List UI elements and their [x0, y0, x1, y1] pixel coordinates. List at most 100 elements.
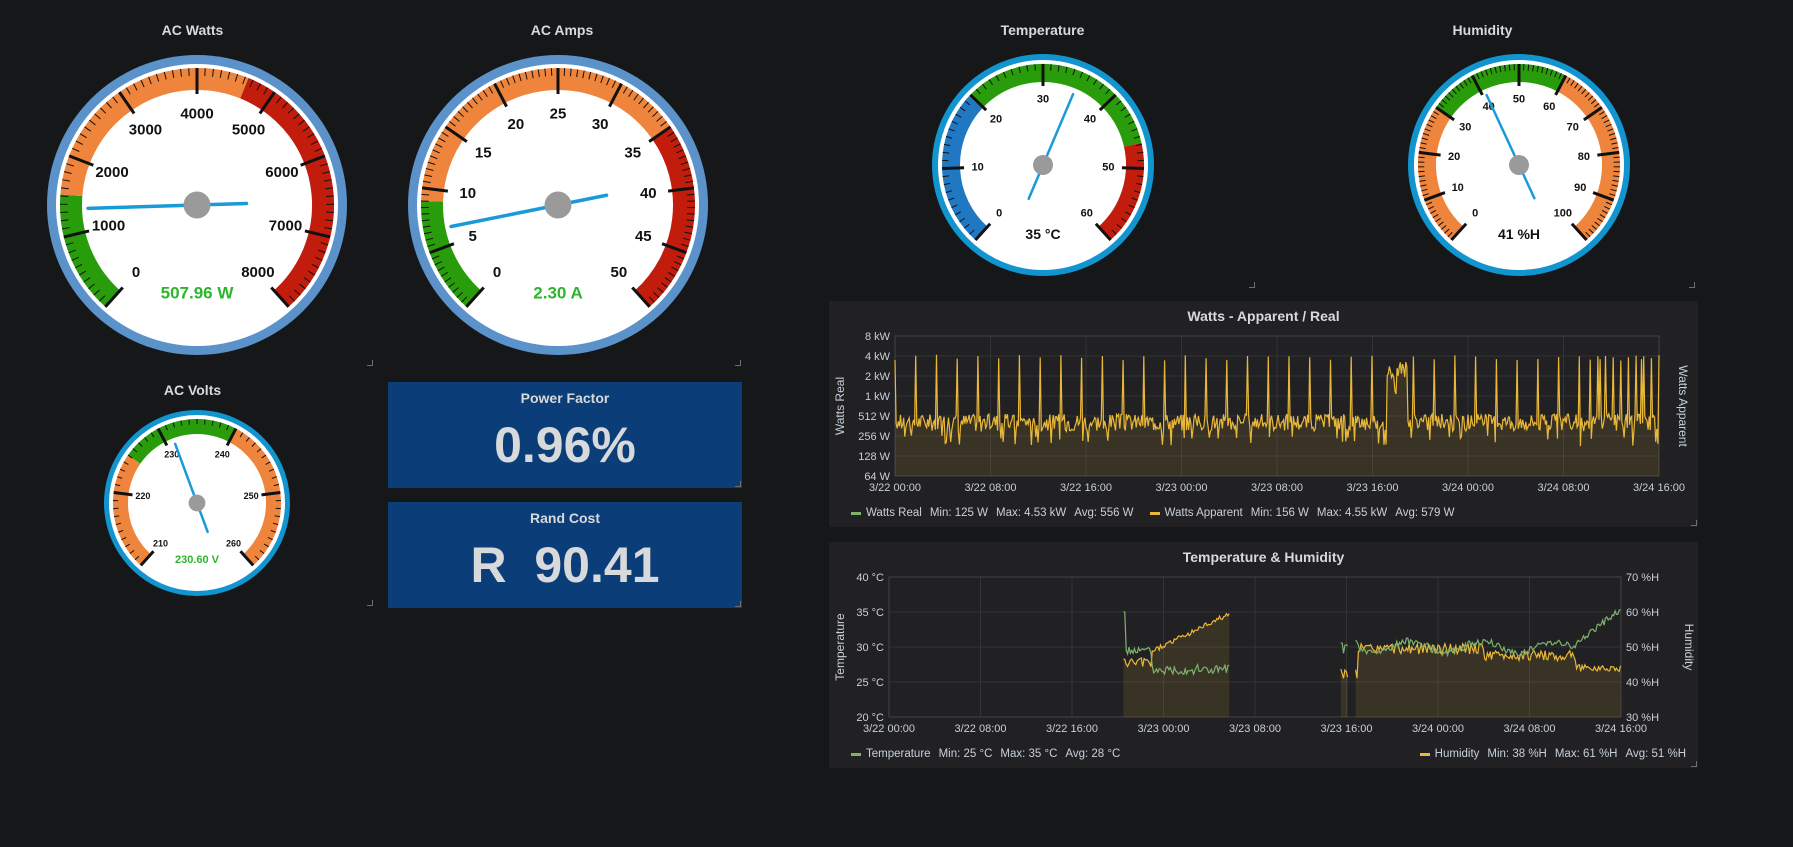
gauge-value: 507.96 W — [161, 284, 235, 303]
y2-axis-title: Humidity — [1682, 624, 1696, 671]
y-tick-label: 512 W — [858, 411, 890, 423]
gauge-minor-tick — [421, 193, 430, 196]
gauge-hub — [188, 494, 206, 512]
legend-avg: Avg: 579 W — [1395, 507, 1455, 519]
gauge-panel-ac-watts[interactable]: AC Watts 0 1000 2000 3000 4000 5000 6000 7000 80… — [10, 22, 375, 367]
gauge-panel-ac-volts[interactable]: AC Volts 210 220 230 240 250 260 230.60 V — [10, 382, 375, 607]
gauge-tick-label: 60 — [1543, 101, 1555, 113]
gauge-hub — [544, 191, 572, 219]
gauge-minor-tick — [325, 195, 334, 198]
gauge-tick-label: 0 — [493, 264, 501, 281]
stat-value: R 90.41 — [470, 537, 660, 593]
gauge-tick-label: 50 — [611, 264, 628, 281]
resize-handle[interactable] — [735, 481, 741, 487]
gauge-panel-temperature[interactable]: Temperature 0 10 20 30 40 50 60 35 °C — [830, 22, 1255, 290]
graph-panel-watts[interactable]: Watts - Apparent / Real 8 kW 4 kW 2 kW 1 kW… — [829, 301, 1698, 527]
legend-max: Max: 35 °C — [1000, 748, 1058, 760]
legend-label-temperature[interactable]: Temperature — [866, 748, 931, 760]
resize-handle[interactable] — [1249, 282, 1255, 288]
legend-swatch — [851, 511, 861, 515]
resize-handle[interactable] — [1691, 520, 1697, 526]
gauge-minor-tick — [1527, 64, 1530, 71]
x-tick-label: 3/24 00:00 — [1442, 482, 1494, 494]
resize-handle[interactable] — [1691, 761, 1697, 767]
gauge-minor-tick — [686, 213, 695, 215]
gauge-tick-label: 4000 — [180, 106, 213, 123]
y-tick-label: 30 °C — [856, 642, 884, 654]
gauge-tick-label: 210 — [153, 539, 168, 549]
resize-handle[interactable] — [367, 600, 373, 606]
x-tick-label: 3/24 16:00 — [1633, 482, 1685, 494]
legend-avg: Avg: 556 W — [1074, 507, 1134, 519]
stat-title: Rand Cost — [530, 510, 600, 526]
x-tick-label: 3/24 16:00 — [1595, 723, 1647, 735]
legend-avg: Avg: 28 °C — [1065, 748, 1121, 760]
gauge-tick-label: 60 — [1081, 208, 1093, 220]
x-tick-label: 3/23 00:00 — [1156, 482, 1208, 494]
gauge-major-tick — [942, 166, 965, 171]
gauge-minor-tick — [60, 195, 69, 198]
stat-panel-rand-cost[interactable]: Rand Cost R 90.41 — [388, 502, 742, 608]
panel-title: Temperature & Humidity — [1182, 549, 1345, 565]
x-tick-label: 3/22 00:00 — [863, 723, 915, 735]
legend-avg: Avg: 51 %H — [1625, 748, 1686, 760]
graph-panel-temperature-humidity[interactable]: Temperature & Humidity 40 °C 35 °C 30 °C 25… — [829, 542, 1698, 768]
gauge-tick-label: 15 — [475, 145, 492, 162]
gauge-panel-humidity[interactable]: Humidity 0 10 20 30 40 50 60 70 80 90 100 41 %H — [1270, 22, 1695, 290]
y-tick-label: 8 kW — [865, 331, 891, 343]
gauge-tick-label: 45 — [635, 228, 652, 245]
ac-watts-gauge: 0 1000 2000 3000 4000 5000 6000 7000 8000 507.96 … — [47, 55, 347, 355]
x-tick-label: 3/23 00:00 — [1138, 723, 1190, 735]
y-tick-label: 1 kW — [865, 391, 891, 403]
gauge-tick-label: 30 — [1459, 122, 1471, 134]
legend-label-humidity[interactable]: Humidity — [1435, 748, 1480, 760]
x-tick-label: 3/22 16:00 — [1060, 482, 1112, 494]
gauge-tick-label: 35 — [624, 145, 641, 162]
gauge-tick-label: 0 — [996, 208, 1002, 220]
legend-label-watts-apparent[interactable]: Watts Apparent — [1165, 507, 1243, 519]
resize-handle[interactable] — [367, 360, 373, 366]
legend: Watts Real Min: 125 W Max: 4.53 kW Avg: … — [851, 507, 1454, 519]
stat-value: 0.96% — [494, 417, 636, 473]
resize-handle[interactable] — [1689, 282, 1695, 288]
y-tick-label: 25 °C — [856, 677, 884, 689]
legend-humidity: Humidity Min: 38 %H Max: 61 %H Avg: 51 %… — [1419, 748, 1686, 760]
legend-swatch — [851, 752, 861, 756]
resize-handle[interactable] — [735, 601, 741, 607]
gauge-tick-label: 40 — [1084, 114, 1096, 126]
y-tick-label: 35 °C — [856, 607, 884, 619]
x-tick-label: 3/23 16:00 — [1321, 723, 1373, 735]
gauge-tick-label: 10 — [1452, 182, 1464, 194]
gauge-tick-label: 40 — [640, 185, 657, 202]
y2-axis-title: Watts Apparent — [1676, 365, 1690, 447]
gauge-panel-ac-amps[interactable]: AC Amps 0 5 10 15 20 25 30 35 40 45 50 2.30 A — [382, 22, 742, 367]
legend-label-watts-real[interactable]: Watts Real — [866, 507, 922, 519]
y-axis-title: Watts Real — [833, 377, 847, 435]
legend-swatch — [1419, 752, 1430, 756]
temperature-humidity-chart: 40 °C35 °C30 °C25 °C20 °C70 %H60 %H50 %H… — [833, 572, 1696, 735]
y-tick-label: 4 kW — [865, 351, 891, 363]
gauge-tick-label: 10 — [972, 161, 984, 173]
panel-title: Watts - Apparent / Real — [1187, 308, 1340, 324]
gauge-value: 41 %H — [1498, 226, 1540, 242]
resize-handle[interactable] — [735, 360, 741, 366]
y2-tick-label: 50 %H — [1626, 642, 1659, 654]
gauge-tick-label: 10 — [459, 185, 476, 202]
y-axis-title: Temperature — [833, 613, 847, 681]
gauge-tick-label: 20 — [1448, 151, 1460, 163]
legend-min: Min: 156 W — [1250, 507, 1309, 519]
gauge-tick-label: 20 — [990, 114, 1002, 126]
gauge-tick-label: 3000 — [129, 122, 162, 139]
gauge-tick-label: 100 — [1554, 208, 1572, 220]
gauge-tick-label: 30 — [1037, 94, 1049, 106]
gauge-tick-label: 240 — [215, 450, 230, 460]
y-tick-label: 128 W — [858, 451, 890, 463]
gauge-tick-label: 260 — [226, 539, 241, 549]
x-tick-label: 3/24 08:00 — [1538, 482, 1590, 494]
gauge-tick-label: 0 — [1472, 208, 1478, 220]
legend-max: Max: 4.55 kW — [1316, 507, 1388, 519]
gauge-tick-label: 5 — [469, 228, 477, 245]
gauge-value: 230.60 V — [175, 554, 220, 566]
stat-panel-power-factor[interactable]: Power Factor 0.96% — [388, 382, 742, 488]
ac-volts-gauge: 210220230 240250260230.60 V — [104, 410, 290, 596]
